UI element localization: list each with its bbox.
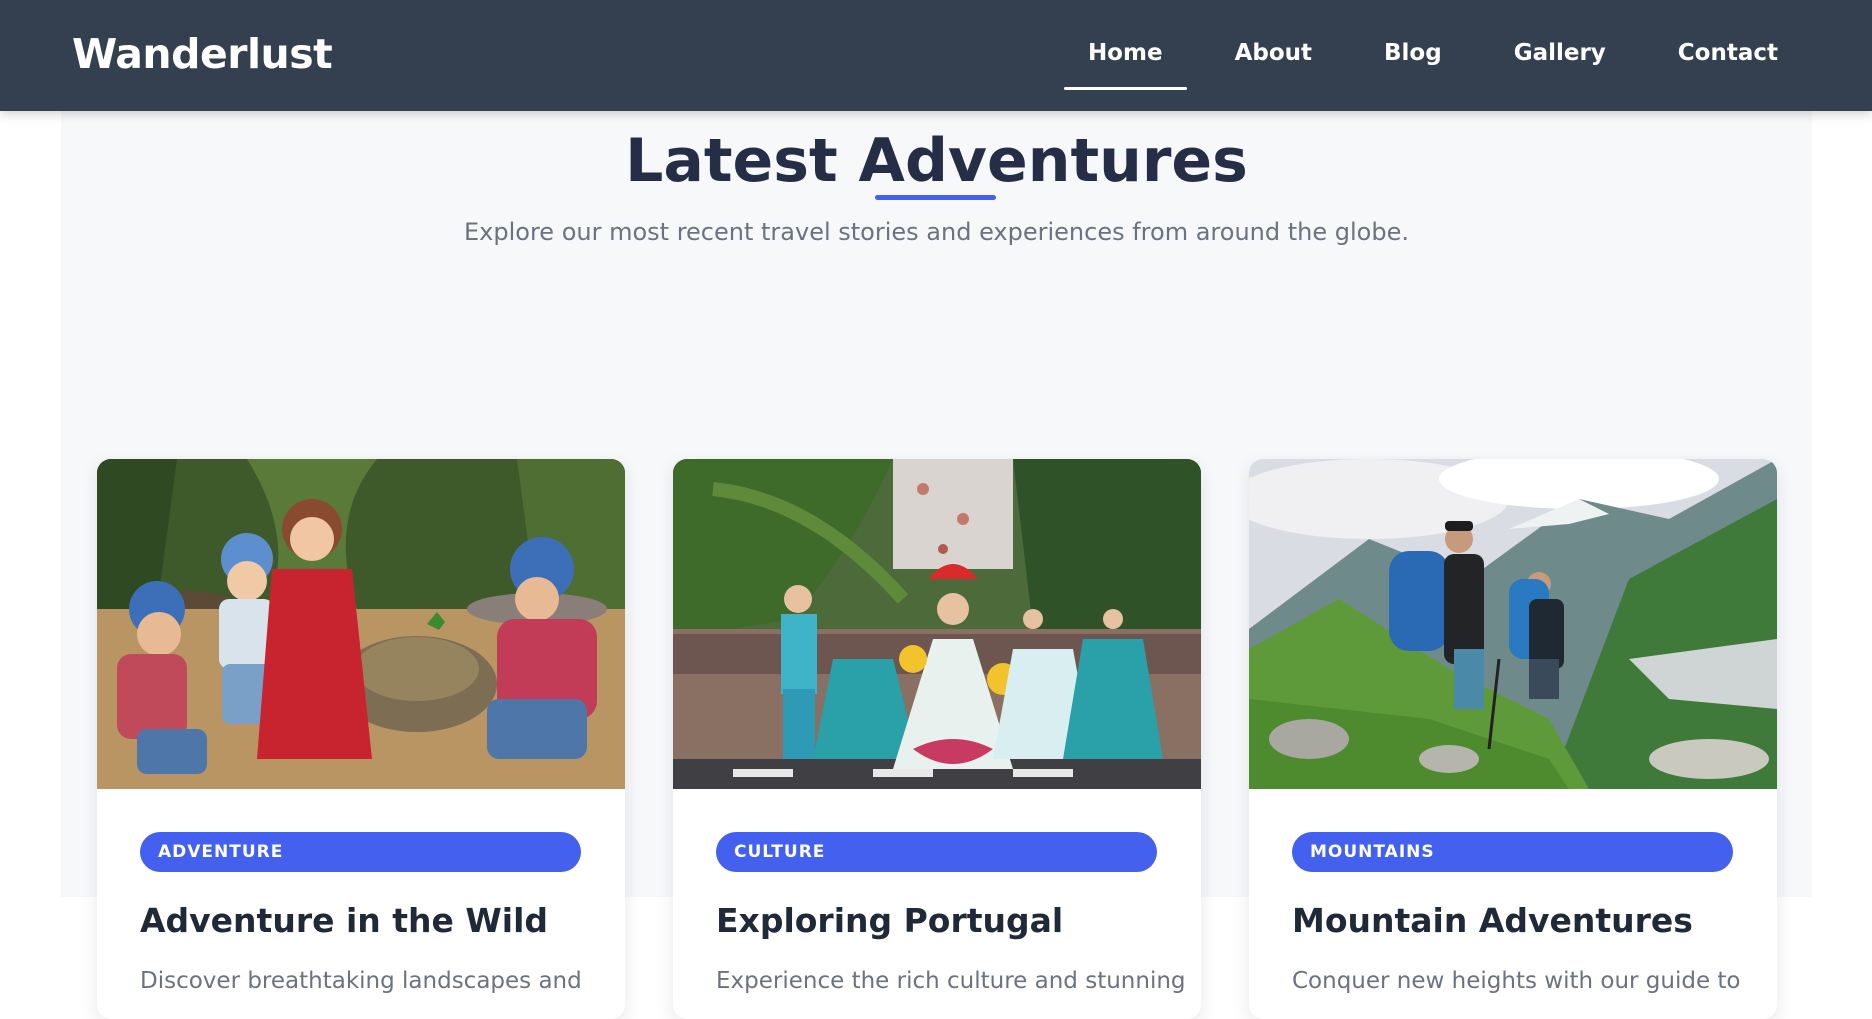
category-badge[interactable]: CULTURE bbox=[716, 832, 1157, 872]
latest-adventures-section: Latest Adventures Explore our most recen… bbox=[61, 111, 1812, 1019]
card-image-hikers[interactable] bbox=[1249, 459, 1777, 789]
main-nav: Home About Blog Gallery Contact bbox=[1064, 38, 1778, 90]
nav-link-gallery[interactable]: Gallery bbox=[1514, 38, 1606, 68]
nav-link-blog[interactable]: Blog bbox=[1384, 38, 1442, 68]
category-badge[interactable]: MOUNTAINS bbox=[1292, 832, 1733, 872]
nav-link-home[interactable]: Home bbox=[1064, 38, 1187, 90]
card-title[interactable]: Mountain Adventures bbox=[1292, 899, 1693, 943]
nav-link-contact[interactable]: Contact bbox=[1678, 38, 1778, 68]
site-logo[interactable]: Wanderlust bbox=[72, 28, 333, 80]
title-underline bbox=[875, 195, 996, 200]
card-description: Conquer new heights with our guide to bbox=[1292, 968, 1741, 994]
card-title[interactable]: Exploring Portugal bbox=[716, 899, 1063, 943]
top-navbar: Wanderlust Home About Blog Gallery Conta… bbox=[0, 0, 1872, 111]
card-description: Discover breathtaking landscapes and bbox=[140, 968, 582, 994]
card-title[interactable]: Adventure in the Wild bbox=[140, 899, 548, 943]
post-card-adventure[interactable]: ADVENTURE Adventure in the Wild Discover… bbox=[97, 459, 625, 1019]
post-card-culture[interactable]: CULTURE Exploring Portugal Experience th… bbox=[673, 459, 1201, 1019]
nav-link-about[interactable]: About bbox=[1235, 38, 1312, 68]
category-badge[interactable]: ADVENTURE bbox=[140, 832, 581, 872]
section-subtitle: Explore our most recent travel stories a… bbox=[464, 218, 1409, 246]
card-image-wildlife[interactable] bbox=[97, 459, 625, 789]
post-card-mountains[interactable]: MOUNTAINS Mountain Adventures Conquer ne… bbox=[1249, 459, 1777, 1019]
card-image-festival[interactable] bbox=[673, 459, 1201, 789]
card-description: Experience the rich culture and stunning bbox=[716, 968, 1186, 994]
section-title: Latest Adventures bbox=[625, 126, 1248, 196]
